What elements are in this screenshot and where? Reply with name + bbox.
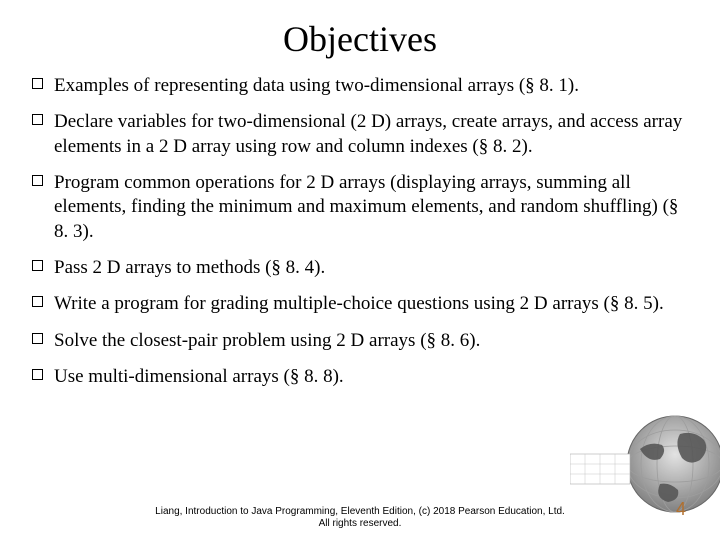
objective-text: Solve the closest-pair problem using 2 D…: [54, 330, 480, 351]
footer: Liang, Introduction to Java Programming,…: [0, 506, 720, 530]
objective-text: Write a program for grading multiple-cho…: [54, 293, 664, 314]
footer-line-2: All rights reserved.: [0, 518, 720, 530]
globe-decoration-icon: [570, 394, 720, 514]
list-item: Write a program for grading multiple-cho…: [32, 292, 688, 316]
square-bullet-icon: [32, 114, 43, 125]
square-bullet-icon: [32, 260, 43, 271]
list-item: Examples of representing data using two-…: [32, 74, 688, 98]
objective-text: Examples of representing data using two-…: [54, 75, 579, 96]
square-bullet-icon: [32, 78, 43, 89]
slide: Objectives Examples of representing data…: [0, 0, 720, 540]
square-bullet-icon: [32, 296, 43, 307]
square-bullet-icon: [32, 175, 43, 186]
list-item: Use multi-dimensional arrays (§ 8. 8).: [32, 365, 688, 389]
list-item: Solve the closest-pair problem using 2 D…: [32, 329, 688, 353]
square-bullet-icon: [32, 369, 43, 380]
objective-text: Program common operations for 2 D arrays…: [54, 172, 678, 242]
objective-text: Use multi-dimensional arrays (§ 8. 8).: [54, 366, 344, 387]
objective-text: Declare variables for two-dimensional (2…: [54, 111, 682, 156]
list-item: Program common operations for 2 D arrays…: [32, 171, 688, 244]
page-title: Objectives: [32, 18, 688, 60]
list-item: Declare variables for two-dimensional (2…: [32, 110, 688, 159]
list-item: Pass 2 D arrays to methods (§ 8. 4).: [32, 256, 688, 280]
objectives-list: Examples of representing data using two-…: [32, 74, 688, 389]
objective-text: Pass 2 D arrays to methods (§ 8. 4).: [54, 257, 325, 278]
footer-line-1: Liang, Introduction to Java Programming,…: [0, 506, 720, 518]
page-number: 4: [676, 499, 686, 520]
square-bullet-icon: [32, 333, 43, 344]
